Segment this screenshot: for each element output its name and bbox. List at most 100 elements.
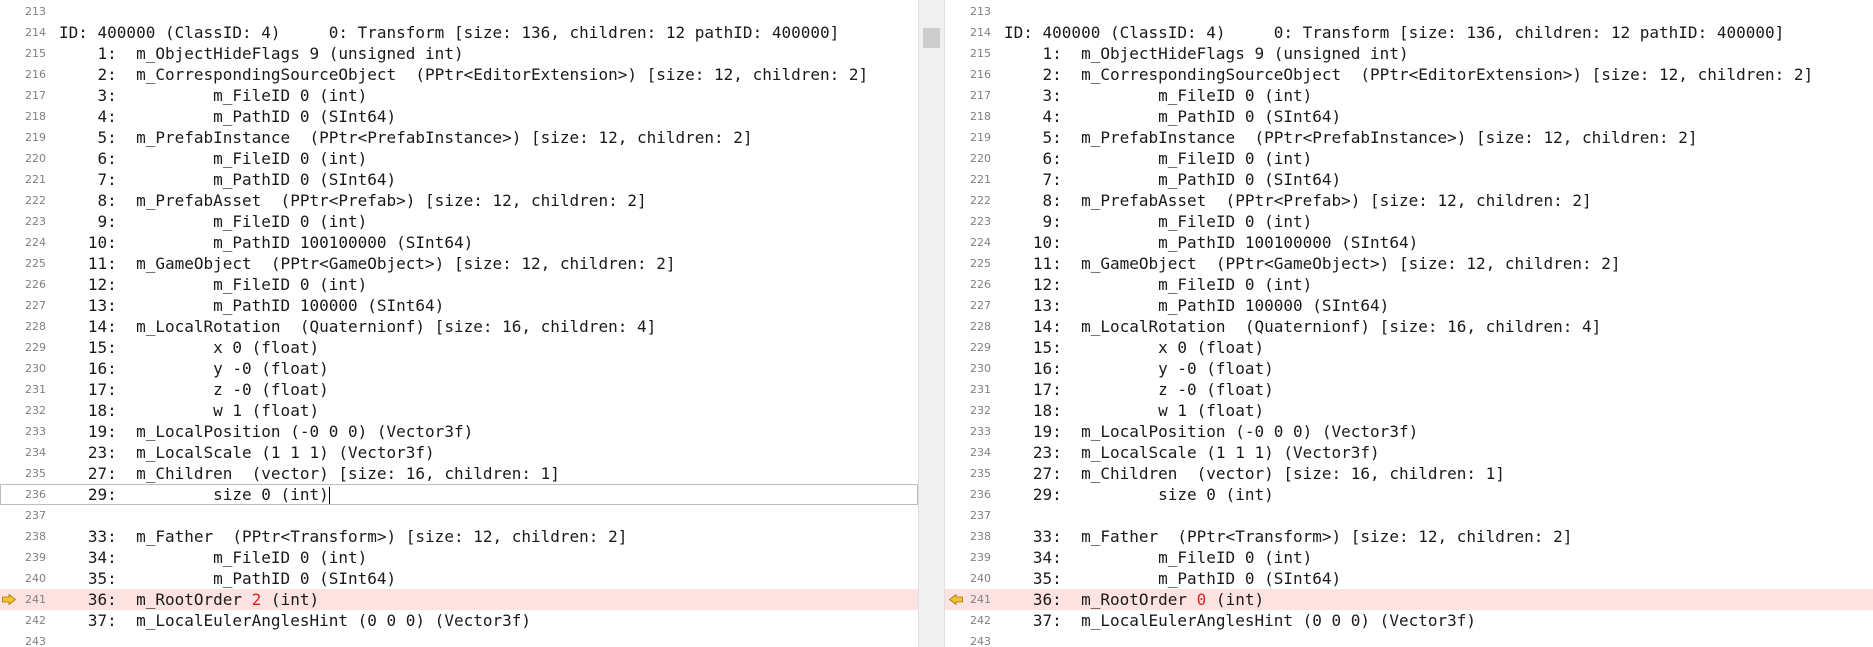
line-text: ID: 400000 (ClassID: 4) 0: Transform [si…: [1004, 23, 1785, 42]
code-line[interactable]: 243: [945, 631, 1873, 647]
pane-divider-scrollbar[interactable]: [918, 0, 945, 647]
line-number: 237: [25, 509, 46, 522]
code-line[interactable]: 243: [0, 631, 918, 647]
code-line[interactable]: 240 35: m_PathID 0 (SInt64): [945, 568, 1873, 589]
line-number: 231: [970, 383, 991, 396]
line-text: 14: m_LocalRotation (Quaternionf) [size:…: [59, 317, 657, 336]
code-line[interactable]: 223 9: m_FileID 0 (int): [945, 211, 1873, 232]
line-number: 216: [25, 68, 46, 81]
code-line[interactable]: 225 11: m_GameObject (PPtr<GameObject>) …: [0, 253, 918, 274]
code-line[interactable]: 230 16: y -0 (float): [945, 358, 1873, 379]
code-line[interactable]: 223 9: m_FileID 0 (int): [0, 211, 918, 232]
line-number: 225: [970, 257, 991, 270]
line-text: 4: m_PathID 0 (SInt64): [59, 107, 397, 126]
code-line[interactable]: 224 10: m_PathID 100100000 (SInt64): [945, 232, 1873, 253]
code-line[interactable]: 239 34: m_FileID 0 (int): [0, 547, 918, 568]
code-line[interactable]: 234 23: m_LocalScale (1 1 1) (Vector3f): [0, 442, 918, 463]
code-line[interactable]: 225 11: m_GameObject (PPtr<GameObject>) …: [945, 253, 1873, 274]
code-line[interactable]: 219 5: m_PrefabInstance (PPtr<PrefabInst…: [945, 127, 1873, 148]
code-line[interactable]: 220 6: m_FileID 0 (int): [945, 148, 1873, 169]
code-line[interactable]: 226 12: m_FileID 0 (int): [0, 274, 918, 295]
code-line[interactable]: 221 7: m_PathID 0 (SInt64): [0, 169, 918, 190]
code-line[interactable]: 235 27: m_Children (vector) [size: 16, c…: [0, 463, 918, 484]
code-line[interactable]: 220 6: m_FileID 0 (int): [0, 148, 918, 169]
code-line[interactable]: 219 5: m_PrefabInstance (PPtr<PrefabInst…: [0, 127, 918, 148]
code-line[interactable]: 215 1: m_ObjectHideFlags 9 (unsigned int…: [0, 43, 918, 64]
code-line[interactable]: 239 34: m_FileID 0 (int): [945, 547, 1873, 568]
code-line[interactable]: 236 29: size 0 (int): [0, 484, 918, 505]
code-line[interactable]: 222 8: m_PrefabAsset (PPtr<Prefab>) [siz…: [0, 190, 918, 211]
right-code-lines[interactable]: 213 214 ID: 400000 (ClassID: 4) 0: Transfo…: [945, 1, 1873, 647]
code-line[interactable]: 224 10: m_PathID 100100000 (SInt64): [0, 232, 918, 253]
code-line[interactable]: 236 29: size 0 (int): [945, 484, 1873, 505]
code-line[interactable]: 231 17: z -0 (float): [0, 379, 918, 400]
code-line[interactable]: 226 12: m_FileID 0 (int): [945, 274, 1873, 295]
code-line[interactable]: 216 2: m_CorrespondingSourceObject (PPtr…: [945, 64, 1873, 85]
code-line[interactable]: 231 17: z -0 (float): [945, 379, 1873, 400]
line-number: 221: [25, 173, 46, 186]
code-line[interactable]: 214 ID: 400000 (ClassID: 4) 0: Transform …: [0, 22, 918, 43]
line-number: 214: [25, 26, 46, 39]
code-line[interactable]: 214 ID: 400000 (ClassID: 4) 0: Transform …: [945, 22, 1873, 43]
code-line[interactable]: 237: [945, 505, 1873, 526]
code-line[interactable]: 228 14: m_LocalRotation (Quaternionf) [s…: [0, 316, 918, 337]
line-number: 236: [25, 488, 46, 501]
code-line[interactable]: 217 3: m_FileID 0 (int): [0, 85, 918, 106]
line-number: 220: [25, 152, 46, 165]
line-number: 237: [970, 509, 991, 522]
line-text: 3: m_FileID 0 (int): [59, 86, 368, 105]
line-text: 2: m_CorrespondingSourceObject (PPtr<Edi…: [1004, 65, 1814, 84]
line-number: 217: [25, 89, 46, 102]
line-text: 6: m_FileID 0 (int): [59, 149, 368, 168]
code-line[interactable]: 218 4: m_PathID 0 (SInt64): [945, 106, 1873, 127]
code-line[interactable]: 242 37: m_LocalEulerAnglesHint (0 0 0) (…: [945, 610, 1873, 631]
code-line[interactable]: 242 37: m_LocalEulerAnglesHint (0 0 0) (…: [0, 610, 918, 631]
line-text: ID: 400000 (ClassID: 4) 0: Transform [si…: [59, 23, 840, 42]
code-line[interactable]: 227 13: m_PathID 100000 (SInt64): [945, 295, 1873, 316]
right-file-pane[interactable]: 213 214 ID: 400000 (ClassID: 4) 0: Transfo…: [945, 0, 1873, 647]
code-line[interactable]: 213: [0, 1, 918, 22]
code-line[interactable]: 233 19: m_LocalPosition (-0 0 0) (Vector…: [945, 421, 1873, 442]
code-line[interactable]: 235 27: m_Children (vector) [size: 16, c…: [945, 463, 1873, 484]
line-text: 34: m_FileID 0 (int): [1004, 548, 1313, 567]
line-text: 34: m_FileID 0 (int): [59, 548, 368, 567]
scrollbar-thumb[interactable]: [923, 28, 940, 48]
code-line[interactable]: 229 15: x 0 (float): [0, 337, 918, 358]
line-number: 231: [25, 383, 46, 396]
code-line[interactable]: 241 36: m_RootOrder 2 (int): [0, 589, 918, 610]
arrow-left-icon[interactable]: [949, 594, 963, 605]
line-number: 233: [970, 425, 991, 438]
left-file-pane[interactable]: 213 214 ID: 400000 (ClassID: 4) 0: Transfo…: [0, 0, 918, 647]
code-line[interactable]: 237: [0, 505, 918, 526]
line-number: 234: [25, 446, 46, 459]
line-number: 218: [25, 110, 46, 123]
code-line[interactable]: 238 33: m_Father (PPtr<Transform>) [size…: [0, 526, 918, 547]
code-line[interactable]: 238 33: m_Father (PPtr<Transform>) [size…: [945, 526, 1873, 547]
code-line[interactable]: 217 3: m_FileID 0 (int): [945, 85, 1873, 106]
code-line[interactable]: 233 19: m_LocalPosition (-0 0 0) (Vector…: [0, 421, 918, 442]
code-line[interactable]: 222 8: m_PrefabAsset (PPtr<Prefab>) [siz…: [945, 190, 1873, 211]
arrow-right-icon[interactable]: [2, 594, 16, 605]
code-line[interactable]: 241 36: m_RootOrder 0 (int): [945, 589, 1873, 610]
code-line[interactable]: 228 14: m_LocalRotation (Quaternionf) [s…: [945, 316, 1873, 337]
line-number: 226: [25, 278, 46, 291]
code-line[interactable]: 216 2: m_CorrespondingSourceObject (PPtr…: [0, 64, 918, 85]
line-number: 228: [970, 320, 991, 333]
code-line[interactable]: 232 18: w 1 (float): [0, 400, 918, 421]
code-line[interactable]: 230 16: y -0 (float): [0, 358, 918, 379]
code-line[interactable]: 221 7: m_PathID 0 (SInt64): [945, 169, 1873, 190]
code-line[interactable]: 232 18: w 1 (float): [945, 400, 1873, 421]
code-line[interactable]: 218 4: m_PathID 0 (SInt64): [0, 106, 918, 127]
code-line[interactable]: 215 1: m_ObjectHideFlags 9 (unsigned int…: [945, 43, 1873, 64]
line-text: 5: m_PrefabInstance (PPtr<PrefabInstance…: [1004, 128, 1698, 147]
line-number: 243: [25, 635, 46, 647]
line-number: 228: [25, 320, 46, 333]
code-line[interactable]: 234 23: m_LocalScale (1 1 1) (Vector3f): [945, 442, 1873, 463]
left-code-lines[interactable]: 213 214 ID: 400000 (ClassID: 4) 0: Transfo…: [0, 1, 918, 647]
code-line[interactable]: 229 15: x 0 (float): [945, 337, 1873, 358]
line-text: 18: w 1 (float): [59, 401, 320, 420]
code-line[interactable]: 213: [945, 1, 1873, 22]
code-line[interactable]: 240 35: m_PathID 0 (SInt64): [0, 568, 918, 589]
code-line[interactable]: 227 13: m_PathID 100000 (SInt64): [0, 295, 918, 316]
line-number: 213: [25, 5, 46, 18]
